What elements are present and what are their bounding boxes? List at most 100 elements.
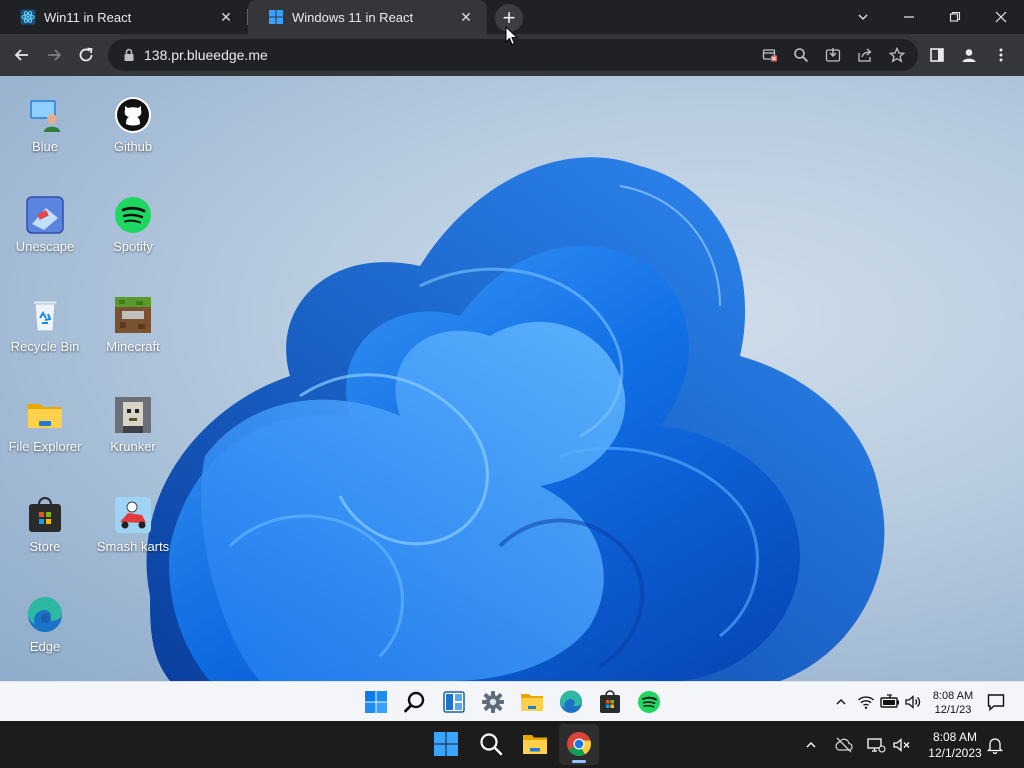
host-clock-date: 12/1/2023: [928, 746, 982, 760]
desktop-icon-label: Minecraft: [106, 339, 160, 354]
desktop-icon-unescape[interactable]: Unescape: [5, 196, 85, 255]
desktop-icon-edge[interactable]: Edge: [5, 596, 85, 655]
tab-win11-in-react[interactable]: Win11 in React ✕: [0, 0, 247, 34]
close-window-icon[interactable]: [978, 0, 1024, 34]
windows-favicon-icon: [269, 10, 283, 24]
restore-window-icon[interactable]: [932, 0, 978, 34]
folder-icon: [28, 404, 62, 428]
share-icon: [858, 48, 872, 62]
inner-clock-time: 8:08 AM: [932, 690, 974, 702]
store-icon[interactable]: [598, 690, 622, 714]
inner-clock-date: 12/1/23: [934, 704, 972, 716]
forward-button[interactable]: [38, 39, 70, 71]
wallpaper-bloom: [146, 157, 885, 681]
install-icon: [825, 48, 841, 62]
volume-muted-icon[interactable]: [892, 721, 912, 768]
start-windows-icon[interactable]: [364, 690, 388, 714]
blue-user-icon: [30, 100, 60, 132]
desktop-icon-file-explorer[interactable]: File Explorer: [5, 396, 85, 455]
tab-close-icon[interactable]: ✕: [217, 8, 235, 26]
tab-windows-11-in-react[interactable]: Windows 11 in React ✕: [248, 0, 487, 34]
host-show-hidden-icons-chevron-up-icon[interactable]: [804, 721, 818, 768]
search-icon: [794, 48, 809, 63]
host-search-icon[interactable]: [478, 731, 504, 757]
cloud-offline-icon[interactable]: [834, 721, 854, 768]
recycle-bin-icon: [32, 300, 58, 332]
minecraft-icon: [115, 297, 151, 333]
volume-icon[interactable]: [904, 682, 922, 722]
profile-button[interactable]: [954, 39, 984, 71]
spotify-icon[interactable]: [637, 690, 661, 714]
desktop[interactable]: Blue Unescape Recycle Bin File Explorer …: [0, 76, 1024, 681]
side-panel-icon: [930, 48, 944, 62]
desktop-icon-label: Krunker: [110, 439, 156, 454]
unescape-icon: [26, 196, 64, 234]
host-chrome-button-active[interactable]: [559, 724, 599, 765]
cookie-blocked-icon: [762, 49, 777, 62]
battery-icon[interactable]: [880, 682, 900, 722]
desktop-icon-label: Github: [113, 139, 153, 154]
desktop-icon-store[interactable]: Store: [5, 496, 85, 555]
host-start-windows-icon[interactable]: [433, 731, 459, 757]
notifications-bell-icon[interactable]: [986, 721, 1004, 768]
wifi-icon[interactable]: [857, 682, 875, 722]
chrome-icon: [567, 732, 591, 757]
react-favicon-icon: [20, 9, 36, 25]
desktop-icon-github[interactable]: Github: [93, 96, 173, 155]
network-disconnected-icon[interactable]: [866, 721, 886, 768]
reload-icon: [79, 47, 93, 62]
desktop-icon-label: File Explorer: [8, 439, 82, 454]
reload-button[interactable]: [70, 39, 102, 71]
desktop-icon-spotify[interactable]: Spotify: [93, 196, 173, 255]
edge-icon[interactable]: [559, 690, 583, 714]
desktop-icon-label: Edge: [29, 639, 61, 654]
screen: Win11 in React ✕ Windows 11 in React ✕ +: [0, 0, 1024, 768]
krunker-icon: [115, 397, 151, 433]
active-app-indicator: [572, 760, 586, 763]
back-button[interactable]: [6, 39, 38, 71]
mouse-cursor-icon: [505, 26, 519, 46]
win11-taskbar: 8:08 AM 12/1/23: [0, 681, 1024, 721]
search-icon[interactable]: [403, 690, 427, 714]
host-taskbar-clock[interactable]: 8:08 AM 12/1/2023: [920, 729, 990, 761]
share-button[interactable]: [850, 39, 880, 71]
more-vert-icon: [999, 48, 1003, 62]
cookies-blocked-button[interactable]: [755, 39, 785, 71]
edge-icon: [27, 596, 63, 632]
desktop-icon-smash-karts[interactable]: Smash karts: [93, 496, 173, 555]
settings-gear-icon[interactable]: [481, 690, 505, 714]
desktop-icon-blue[interactable]: Blue: [5, 96, 85, 155]
star-icon: [889, 47, 905, 63]
url-text: 138.pr.blueedge.me: [144, 47, 268, 63]
tab-search-chevron-down-icon[interactable]: [840, 0, 886, 34]
host-taskbar: 8:08 AM 12/1/2023: [0, 721, 1024, 768]
install-app-button[interactable]: [818, 39, 848, 71]
desktop-icon-recycle-bin[interactable]: Recycle Bin: [5, 296, 85, 355]
desktop-icon-minecraft[interactable]: Minecraft: [93, 296, 173, 355]
zoom-search-button[interactable]: [786, 39, 816, 71]
minimize-window-icon[interactable]: [886, 0, 932, 34]
profile-icon: [962, 49, 976, 62]
lock-icon[interactable]: [122, 48, 136, 62]
tab-title: Win11 in React: [44, 9, 132, 25]
host-file-explorer-folder-icon[interactable]: [522, 731, 548, 757]
tab-close-icon[interactable]: ✕: [457, 8, 475, 26]
desktop-icon-label: Smash karts: [96, 539, 170, 554]
inner-taskbar-clock[interactable]: 8:08 AM 12/1/23: [925, 689, 981, 717]
notification-chat-icon[interactable]: [986, 682, 1006, 722]
desktop-icon-label: Recycle Bin: [10, 339, 80, 354]
widgets-icon[interactable]: [442, 690, 466, 714]
desktop-icon-label: Blue: [31, 139, 59, 154]
arrow-right-icon: [48, 49, 62, 61]
desktop-icon-krunker[interactable]: Krunker: [93, 396, 173, 455]
bookmark-star-button[interactable]: [882, 39, 912, 71]
show-hidden-icons-chevron-up-icon[interactable]: [834, 682, 848, 722]
spotify-icon: [115, 197, 151, 233]
host-clock-time: 8:08 AM: [932, 730, 978, 744]
file-explorer-folder-icon[interactable]: [520, 690, 544, 714]
store-icon: [29, 497, 61, 532]
arrow-left-icon: [14, 49, 28, 61]
tab-title: Windows 11 in React: [292, 9, 414, 25]
browser-menu-button[interactable]: [986, 39, 1016, 71]
side-panel-button[interactable]: [922, 39, 952, 71]
